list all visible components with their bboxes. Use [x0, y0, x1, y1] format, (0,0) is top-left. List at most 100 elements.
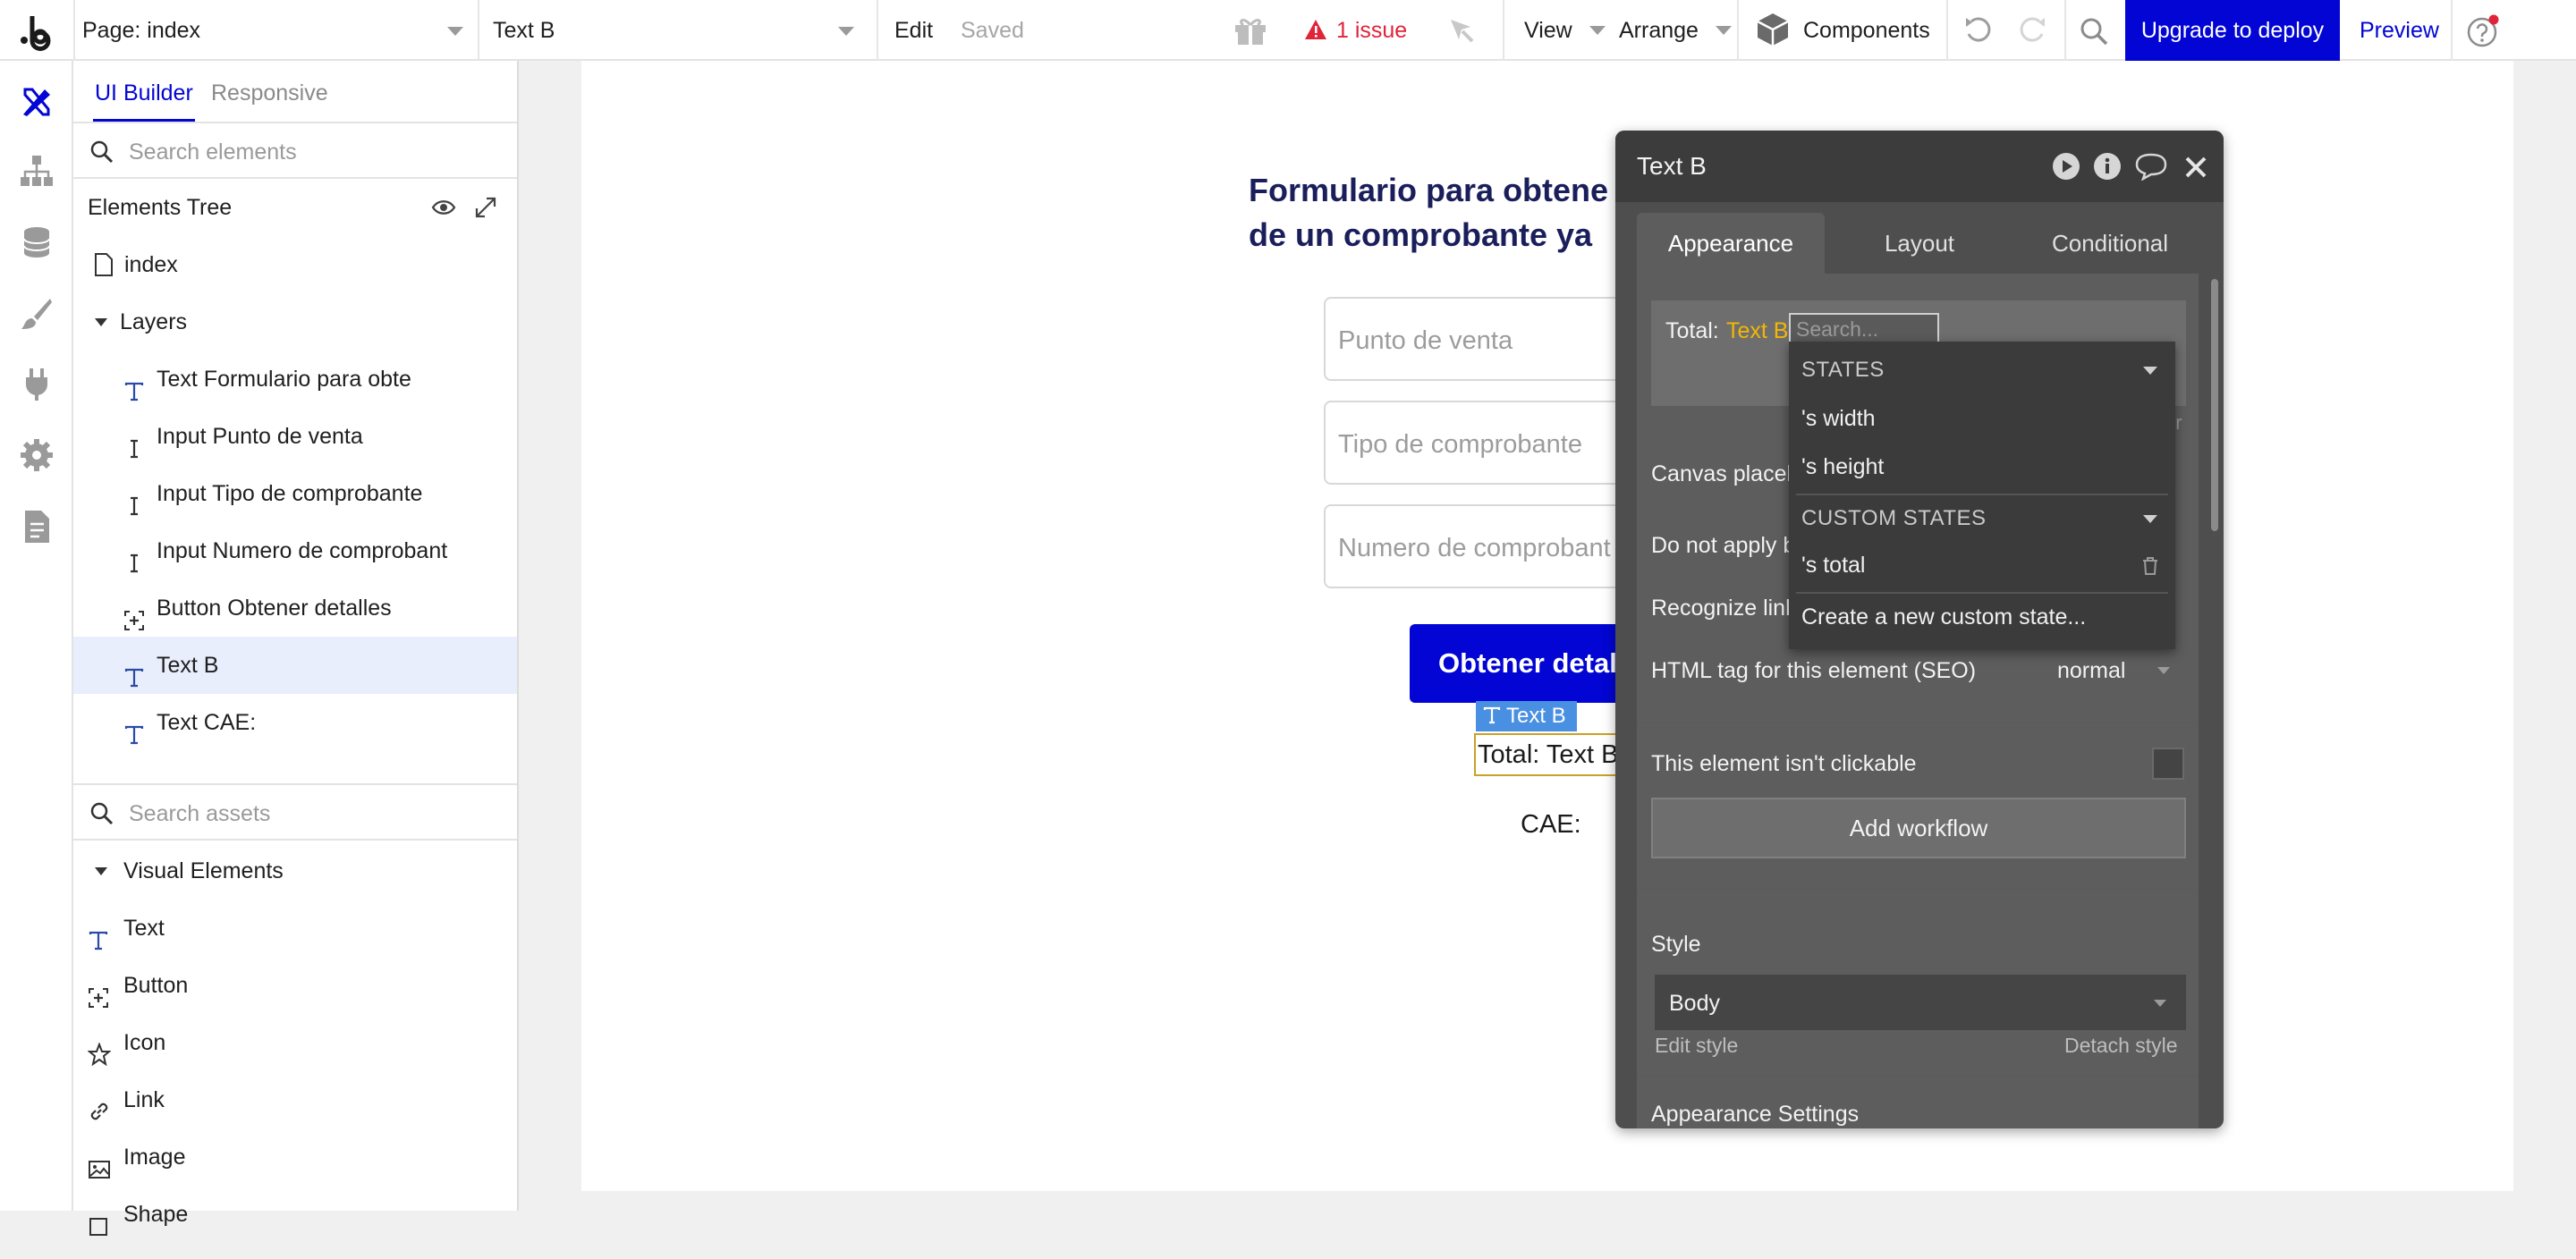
layer-item-input-numero-de-comprobant[interactable]: Input Numero de comprobant [73, 522, 517, 579]
redo-icon[interactable] [2016, 14, 2048, 46]
tab-appearance[interactable]: Appearance [1637, 213, 1825, 274]
help-icon[interactable] [2467, 14, 2501, 48]
text-b-content: Total: Text B [1478, 740, 1619, 769]
plugins-icon[interactable] [18, 365, 55, 402]
canvas-heading[interactable]: Formulario para obtene de un comprobante… [1249, 168, 1660, 258]
add-workflow-button[interactable]: Add workflow [1651, 798, 2186, 858]
chevron-down-icon [1589, 26, 1606, 35]
tree-page-item[interactable]: index [73, 236, 517, 293]
components-button[interactable]: Components [1755, 0, 1930, 61]
layer-item-text-formulario-para-obte[interactable]: Text Formulario para obte [73, 351, 517, 408]
tab-responsive[interactable]: Responsive [211, 75, 328, 122]
expand-icon[interactable] [474, 196, 497, 219]
page-icon [95, 253, 113, 276]
html-tag-value: normal [2057, 658, 2126, 683]
tab-ui-builder[interactable]: UI Builder [93, 75, 195, 122]
layer-item-label: Text Formulario para obte [157, 367, 411, 392]
data-icon[interactable] [18, 224, 55, 261]
element-selector[interactable]: Text B [493, 0, 869, 61]
visual-elements-toggle[interactable]: Visual Elements [73, 842, 517, 900]
layers-toggle[interactable]: Layers [73, 293, 517, 351]
bubble-logo[interactable] [16, 9, 59, 52]
comment-icon[interactable] [2134, 152, 2168, 181]
view-menu[interactable]: View [1524, 0, 1606, 61]
arrange-menu[interactable]: Arrange [1619, 0, 1732, 61]
left-icon-rail [0, 61, 73, 1211]
text-icon [1483, 706, 1501, 724]
style-value: Body [1669, 991, 1720, 1016]
layer-item-button-obtener-detalles[interactable]: Button Obtener detalles [73, 579, 517, 637]
layer-item-label: Input Numero de comprobant [157, 538, 448, 563]
layer-item-input-tipo-de-comprobante[interactable]: Input Tipo de comprobante [73, 465, 517, 522]
text-cae-content: CAE: [1521, 810, 1581, 839]
chevron-down-icon [2157, 667, 2170, 674]
warning-icon [1305, 20, 1326, 39]
search-assets-box[interactable]: Search assets [73, 783, 517, 841]
state-option-height[interactable]: 's height [1801, 454, 1884, 480]
caret-down-icon [95, 318, 107, 326]
info-icon[interactable] [2093, 152, 2122, 181]
element-selector-label: Text B [493, 18, 555, 43]
layer-item-input-punto-de-venta[interactable]: Input Punto de venta [73, 408, 517, 465]
trash-icon[interactable] [2141, 556, 2159, 576]
html-tag-select[interactable]: normal [2043, 644, 2186, 696]
visual-element-button[interactable]: Button [73, 957, 517, 1014]
close-icon[interactable] [2184, 156, 2207, 179]
tab-conditional[interactable]: Conditional [2014, 213, 2206, 274]
page-selector[interactable]: Page: index [82, 0, 472, 61]
text-cae-element[interactable]: CAE: [1521, 810, 1581, 840]
input-icon [123, 538, 148, 573]
expression-prefix: Total: [1665, 318, 1719, 343]
inspect-cursor-icon[interactable] [1447, 16, 1476, 45]
visual-element-shape[interactable]: Shape [73, 1186, 517, 1243]
edit-menu[interactable]: Edit [894, 0, 933, 61]
input-tipo-de-comprobante-placeholder: Tipo de comprobante [1338, 430, 1582, 459]
visual-element-icon[interactable]: Icon [73, 1014, 517, 1071]
chevron-down-icon [1715, 26, 1732, 35]
tab-layout-label: Layout [1884, 230, 1955, 257]
tab-layout[interactable]: Layout [1830, 213, 2009, 274]
property-editor-header[interactable]: Text B [1615, 131, 2224, 202]
preview-button[interactable]: Preview [2360, 0, 2439, 61]
detach-style-link[interactable]: Detach style [2064, 1034, 2178, 1058]
search-elements-box[interactable]: Search elements [73, 122, 517, 179]
visual-element-text[interactable]: Text [73, 900, 517, 957]
custom-state-total[interactable]: 's total [1801, 553, 1865, 579]
expression-search-input[interactable]: Search... [1789, 313, 1939, 345]
undo-icon[interactable] [1962, 14, 1995, 46]
expression-reference[interactable]: Text B [1726, 318, 1788, 344]
style-select[interactable]: Body [1655, 975, 2186, 1030]
state-option-width[interactable]: 's width [1801, 406, 1876, 432]
visual-element-link[interactable]: Link [73, 1071, 517, 1128]
gift-icon[interactable] [1233, 14, 1268, 46]
design-icon[interactable] [18, 82, 55, 120]
divider [1637, 1075, 2199, 1077]
states-header[interactable]: STATES [1801, 358, 1885, 383]
play-icon[interactable] [2052, 152, 2080, 181]
upgrade-to-deploy-button[interactable]: Upgrade to deploy [2125, 0, 2340, 61]
settings-icon[interactable] [18, 436, 55, 474]
components-label: Components [1803, 18, 1930, 43]
text-icon [123, 367, 148, 401]
workflow-icon[interactable] [18, 152, 55, 190]
cube-icon [1757, 13, 1789, 46]
not-clickable-checkbox[interactable] [2152, 748, 2184, 780]
visual-element-image[interactable]: Image [73, 1128, 517, 1186]
selected-element-tag[interactable]: Text B [1476, 701, 1577, 731]
canvas-placeholder-label: Canvas placeh [1651, 461, 1800, 486]
layer-item-text-b[interactable]: Text B [73, 637, 517, 694]
issues-indicator[interactable]: 1 issue [1304, 0, 1407, 61]
html-tag-label: HTML tag for this element (SEO) [1651, 658, 1977, 683]
divider [1637, 889, 2199, 891]
eye-icon[interactable] [431, 199, 456, 216]
custom-states-header[interactable]: CUSTOM STATES [1801, 506, 1987, 531]
saved-status: Saved [961, 18, 1024, 43]
create-custom-state-option[interactable]: Create a new custom state... [1801, 604, 2086, 630]
editor-canvas[interactable]: Formulario para obtene de un comprobante… [581, 61, 2513, 1191]
styles-icon[interactable] [18, 295, 55, 333]
logs-icon[interactable] [18, 508, 55, 545]
layer-item-text-cae[interactable]: Text CAE: [73, 694, 517, 751]
property-editor-scrollbar[interactable] [2211, 279, 2218, 531]
edit-style-link[interactable]: Edit style [1655, 1034, 1738, 1058]
search-icon[interactable] [2079, 16, 2109, 46]
